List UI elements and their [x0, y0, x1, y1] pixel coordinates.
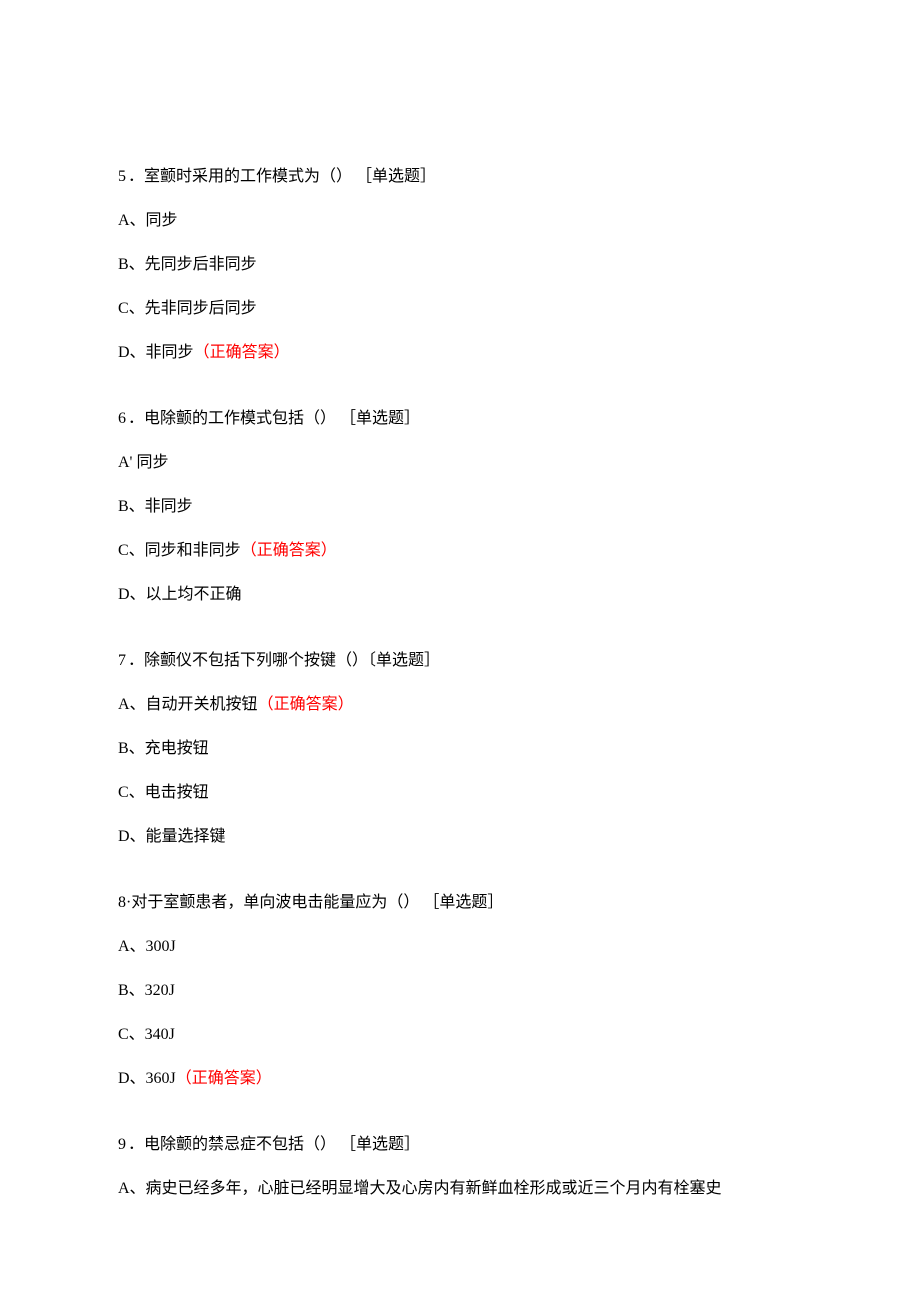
- document-page: 5．室颤时采用的工作模式为（） ［单选题］ A、同步 B、先同步后非同步 C、先…: [0, 0, 920, 1307]
- correct-answer-marker: （正确答案）: [194, 344, 290, 361]
- question-number: 9: [118, 1136, 128, 1153]
- question-text: 9．电除颤的禁忌症不包括（） ［单选题］: [118, 1133, 802, 1157]
- option-a: A、300J: [118, 935, 802, 959]
- option-a: A、同步: [118, 209, 802, 233]
- correct-answer-marker: （正确答案）: [176, 1070, 272, 1087]
- question-block: 7．除颤仪不包括下列哪个按键（）〔单选题］ A、自动开关机按钮（正确答案） B、…: [118, 649, 802, 849]
- option-c: C、先非同步后同步: [118, 297, 802, 321]
- correct-answer-marker: （正确答案）: [258, 696, 354, 713]
- question-block: 9．电除颤的禁忌症不包括（） ［单选题］ A、病史已经多年，心脏已经明显增大及心…: [118, 1133, 802, 1201]
- question-block: 8·对于室颤患者，单向波电击能量应为（） ［单选题］ A、300J B、320J…: [118, 891, 802, 1091]
- question-stem: ．除颤仪不包括下列哪个按键（）〔单选题］: [128, 652, 440, 669]
- option-c: C、同步和非同步（正确答案）: [118, 539, 802, 563]
- question-block: 5．室颤时采用的工作模式为（） ［单选题］ A、同步 B、先同步后非同步 C、先…: [118, 165, 802, 365]
- option-d: D、360J（正确答案）: [118, 1067, 802, 1091]
- question-number: 7: [118, 652, 128, 669]
- question-number: 8: [118, 894, 126, 911]
- correct-answer-marker: （正确答案）: [241, 542, 337, 559]
- option-a: A、自动开关机按钮（正确答案）: [118, 693, 802, 717]
- question-text: 6．电除颤的工作模式包括（） ［单选题］: [118, 407, 802, 431]
- option-b: B、先同步后非同步: [118, 253, 802, 277]
- option-a: A、病史已经多年，心脏已经明显增大及心房内有新鲜血栓形成或近三个月内有栓塞史: [118, 1177, 802, 1201]
- question-number: 5: [118, 168, 128, 185]
- option-c: C、电击按钮: [118, 781, 802, 805]
- question-stem: ．电除颤的工作模式包括（） ［单选题］: [128, 410, 420, 427]
- question-number: 6: [118, 410, 128, 427]
- option-b: B、非同步: [118, 495, 802, 519]
- question-stem: ．电除颤的禁忌症不包括（） ［单选题］: [128, 1136, 420, 1153]
- question-stem: ·对于室颤患者，单向波电击能量应为（） ［单选题］: [126, 894, 503, 911]
- question-text: 8·对于室颤患者，单向波电击能量应为（） ［单选题］: [118, 891, 802, 915]
- option-b: B、充电按钮: [118, 737, 802, 761]
- question-block: 6．电除颤的工作模式包括（） ［单选题］ A' 同步 B、非同步 C、同步和非同…: [118, 407, 802, 607]
- option-d: D、能量选择键: [118, 825, 802, 849]
- option-a: A' 同步: [118, 451, 802, 475]
- option-d: D、以上均不正确: [118, 583, 802, 607]
- question-text: 5．室颤时采用的工作模式为（） ［单选题］: [118, 165, 802, 189]
- option-d: D、非同步（正确答案）: [118, 341, 802, 365]
- option-b: B、320J: [118, 979, 802, 1003]
- question-text: 7．除颤仪不包括下列哪个按键（）〔单选题］: [118, 649, 802, 673]
- question-stem: ．室颤时采用的工作模式为（） ［单选题］: [128, 168, 436, 185]
- option-c: C、340J: [118, 1023, 802, 1047]
